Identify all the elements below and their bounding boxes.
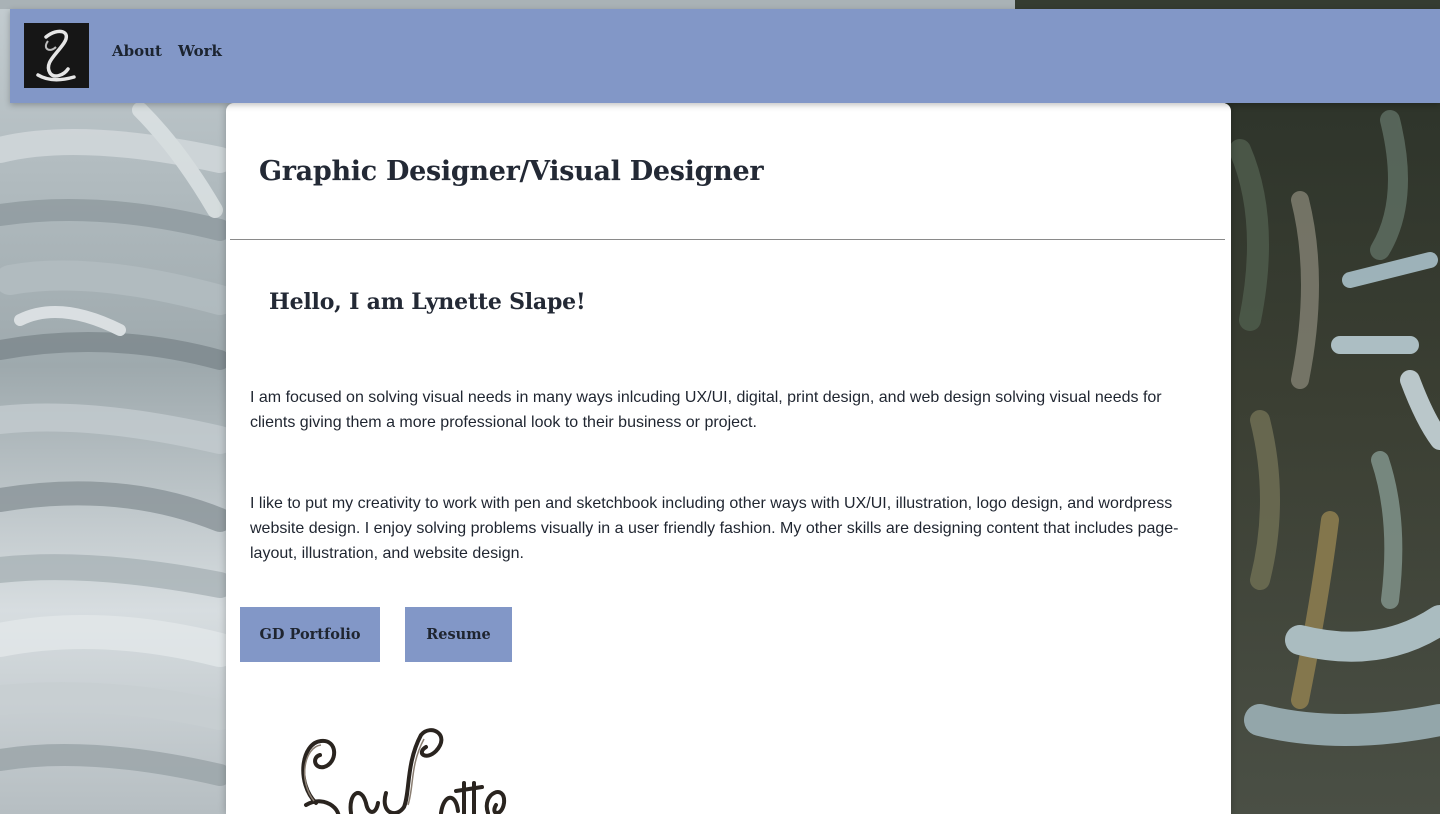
resume-button[interactable]: Resume bbox=[405, 607, 512, 662]
title-divider bbox=[230, 239, 1225, 240]
skills-paragraph: I like to put my creativity to work with… bbox=[250, 495, 1179, 562]
logo-icon[interactable] bbox=[24, 23, 89, 88]
top-navigation-bar: About Work bbox=[10, 9, 1440, 103]
nav-link-about[interactable]: About bbox=[112, 42, 162, 60]
page-title: Graphic Designer/Visual Designer bbox=[259, 156, 764, 187]
intro-paragraph: I am focused on solving visual needs in … bbox=[250, 389, 1162, 431]
greeting-heading: Hello, I am Lynette Slape! bbox=[269, 289, 586, 315]
main-content-card: Graphic Designer/Visual Designer Hello, … bbox=[226, 103, 1231, 814]
signature-image bbox=[301, 728, 507, 814]
nav-link-work[interactable]: Work bbox=[178, 42, 222, 60]
script-l-logo-graphic bbox=[24, 23, 89, 88]
gd-portfolio-button[interactable]: GD Portfolio bbox=[240, 607, 380, 662]
